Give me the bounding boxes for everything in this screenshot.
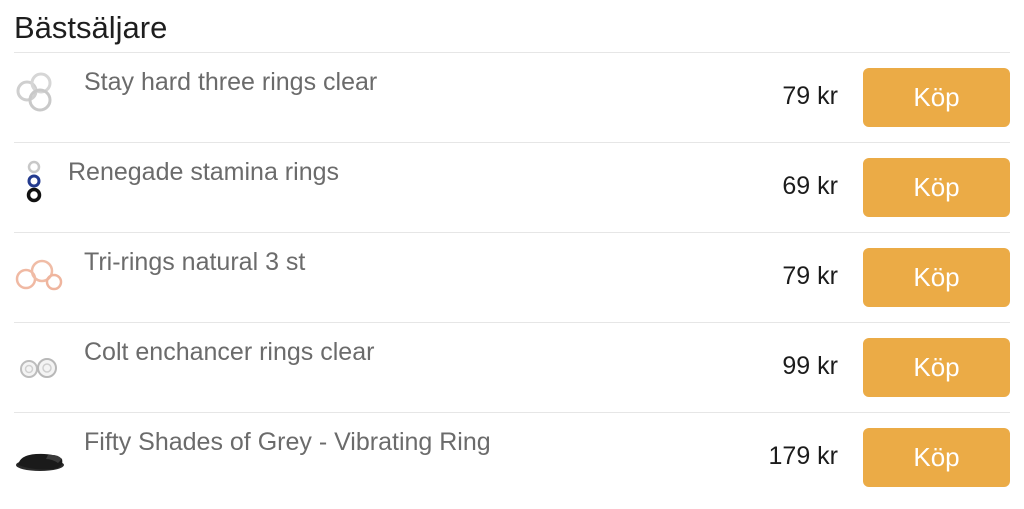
- buy-button[interactable]: Köp: [863, 338, 1010, 397]
- product-price: 79 kr: [782, 82, 838, 110]
- product-price: 79 kr: [782, 262, 838, 290]
- product-name[interactable]: Fifty Shades of Grey - Vibrating Ring: [84, 427, 491, 457]
- vibrating-ring-icon[interactable]: [14, 423, 64, 483]
- product-name[interactable]: Stay hard three rings clear: [84, 67, 377, 97]
- bestsellers-widget: Bästsäljare Stay hard three rings clear …: [0, 0, 1024, 509]
- product-name[interactable]: Renegade stamina rings: [68, 157, 339, 187]
- buy-button[interactable]: Köp: [863, 68, 1010, 127]
- product-name[interactable]: Colt enchancer rings clear: [84, 337, 374, 367]
- product-price: 179 kr: [768, 442, 838, 470]
- product-price: 69 kr: [782, 172, 838, 200]
- buy-button[interactable]: Köp: [863, 158, 1010, 217]
- product-row: Stay hard three rings clear 79 kr Köp: [14, 53, 1010, 143]
- enhancer-rings-icon[interactable]: [14, 333, 64, 393]
- product-name[interactable]: Tri-rings natural 3 st: [84, 247, 305, 277]
- section-title: Bästsäljare: [14, 10, 168, 45]
- product-row: Fifty Shades of Grey - Vibrating Ring 17…: [14, 413, 1010, 502]
- product-list: Stay hard three rings clear 79 kr Köp Re…: [14, 53, 1010, 502]
- product-row: Colt enchancer rings clear 99 kr Köp: [14, 323, 1010, 413]
- buy-button[interactable]: Köp: [863, 428, 1010, 487]
- product-price: 99 kr: [782, 352, 838, 380]
- product-row: Tri-rings natural 3 st 79 kr Köp: [14, 233, 1010, 323]
- product-row: Renegade stamina rings 69 kr Köp: [14, 143, 1010, 233]
- stamina-rings-icon[interactable]: [14, 153, 64, 213]
- buy-button[interactable]: Köp: [863, 248, 1010, 307]
- natural-rings-icon[interactable]: [14, 243, 64, 303]
- clear-rings-icon[interactable]: [14, 63, 64, 123]
